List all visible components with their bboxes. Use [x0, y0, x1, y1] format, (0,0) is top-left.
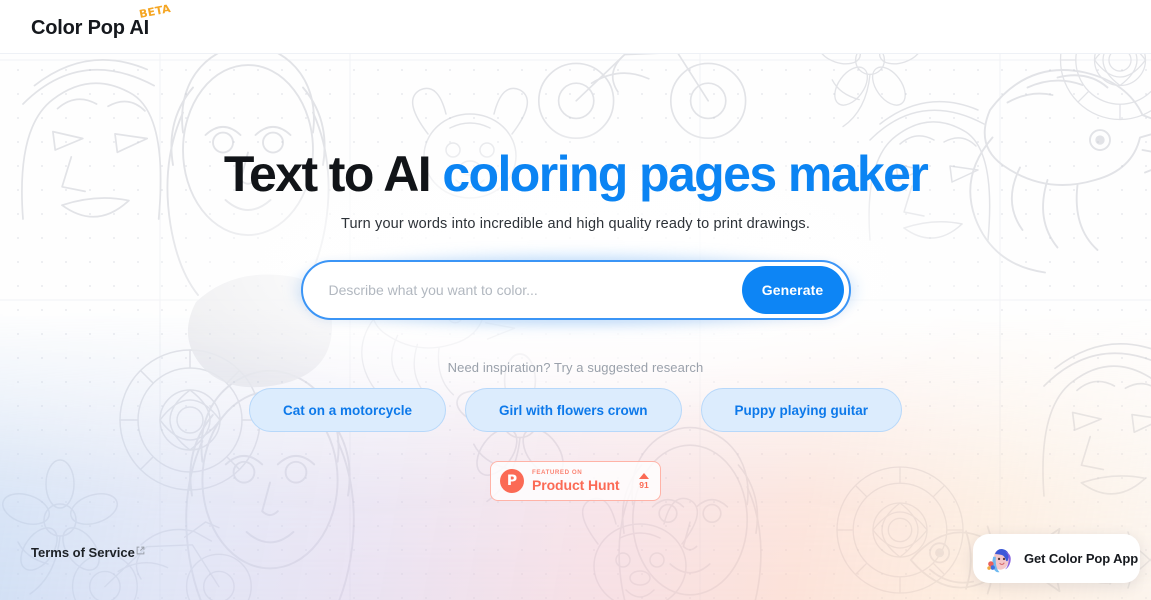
terms-of-service-label: Terms of Service	[31, 545, 135, 560]
upvote-caret-icon	[639, 472, 649, 479]
prompt-search-bar[interactable]: Generate	[300, 260, 851, 320]
brand-logo[interactable]: Color Pop AI BETA	[31, 2, 172, 39]
suggestion-chip-girl-flowers-crown[interactable]: Girl with flowers crown	[465, 388, 682, 432]
top-header-bar: Color Pop AI BETA	[0, 0, 1151, 54]
headline-plain-text: Text to AI	[223, 146, 432, 202]
get-app-label: Get Color Pop App	[1024, 551, 1139, 566]
prompt-search-container: Generate	[290, 250, 861, 330]
product-hunt-icon: P	[500, 469, 524, 493]
terms-of-service-link[interactable]: Terms of Service	[31, 545, 145, 560]
inspiration-label: Need inspiration? Try a suggested resear…	[447, 360, 704, 375]
page-root: Color Pop AI BETA Text to AI coloring pa…	[0, 0, 1151, 600]
get-app-widget[interactable]: Get Color Pop App	[973, 534, 1140, 583]
product-hunt-badge[interactable]: P FEATURED ON Product Hunt 91	[490, 461, 661, 501]
color-pop-app-icon	[985, 544, 1014, 573]
generate-button[interactable]: Generate	[741, 266, 844, 314]
page-title: Text to AI coloring pages maker	[223, 146, 929, 202]
headline-accent-text: coloring pages maker	[442, 146, 928, 202]
hero-section: Text to AI coloring pages maker Turn you…	[0, 54, 1151, 600]
beta-badge: BETA	[138, 1, 172, 21]
search-input[interactable]	[302, 262, 742, 318]
product-hunt-upvotes: 91	[639, 472, 649, 490]
product-hunt-featured-label: FEATURED ON	[532, 469, 583, 477]
upvote-count: 91	[639, 479, 649, 490]
product-hunt-text-block: FEATURED ON Product Hunt	[532, 469, 631, 493]
suggestion-chip-list: Cat on a motorcycle Girl with flowers cr…	[248, 388, 903, 432]
page-subtitle: Turn your words into incredible and high…	[340, 216, 811, 232]
suggestion-chip-cat-motorcycle[interactable]: Cat on a motorcycle	[248, 388, 446, 432]
suggestion-chip-puppy-guitar[interactable]: Puppy playing guitar	[700, 388, 903, 432]
external-link-icon	[136, 546, 145, 555]
brand-name: Color Pop AI	[31, 16, 149, 39]
product-hunt-name: Product Hunt	[532, 476, 620, 493]
